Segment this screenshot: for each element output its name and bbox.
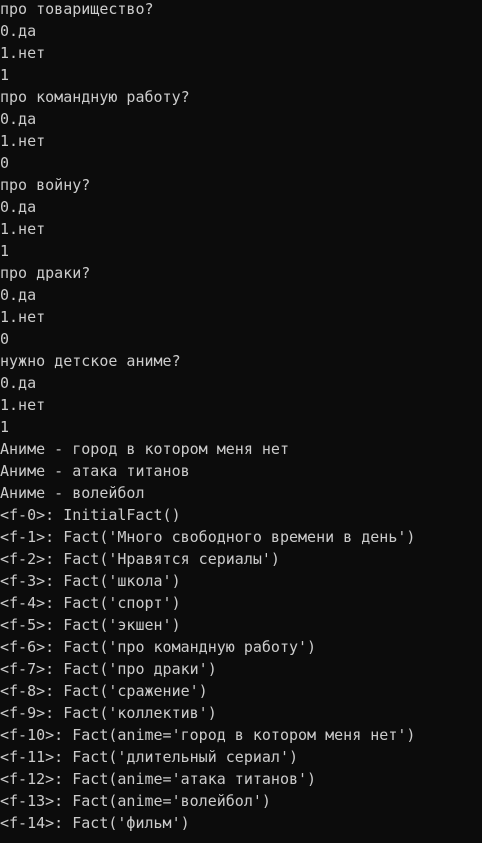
- console-line-question: про войну?: [0, 176, 91, 194]
- console-line-option: 0.да: [0, 110, 37, 128]
- console-line-question: про товарищество?: [0, 0, 154, 18]
- console-line-fact: <f-6>: Fact('про командную работу'): [0, 638, 317, 656]
- console-line-option: 1.нет: [0, 44, 46, 62]
- console-line-answer: 1: [0, 418, 10, 436]
- console-line-option: 1.нет: [0, 396, 46, 414]
- console-line-fact: <f-5>: Fact('экшен'): [0, 616, 181, 634]
- console-line-option: 1.нет: [0, 220, 46, 238]
- console-output: про товарищество? 0.да 1.нет 1 про коман…: [0, 0, 415, 834]
- console-line-option: 0.да: [0, 198, 37, 216]
- console-line-fact: <f-7>: Fact('про драки'): [0, 660, 217, 678]
- console-line-option: 1.нет: [0, 132, 46, 150]
- console-line-fact: <f-1>: Fact('Много свободного времени в …: [0, 528, 416, 546]
- console-line-answer: 0: [0, 154, 10, 172]
- console-line-option: 0.да: [0, 374, 37, 392]
- console-line-option: 0.да: [0, 22, 37, 40]
- console-line-fact: <f-9>: Fact('коллектив'): [0, 704, 217, 722]
- console-line-fact: <f-10>: Fact(anime='город в котором меня…: [0, 726, 416, 744]
- console-line-question: про командную работу?: [0, 88, 190, 106]
- console-line-question: нужно детское аниме?: [0, 352, 181, 370]
- console-line-fact: <f-11>: Fact('длительный сериал'): [0, 748, 299, 766]
- console-window[interactable]: про товарищество? 0.да 1.нет 1 про коман…: [0, 0, 482, 843]
- console-line-fact: <f-2>: Fact('Нравятся сериалы'): [0, 550, 280, 568]
- console-line-result: Аниме - волейбол: [0, 484, 145, 502]
- console-line-question: про драки?: [0, 264, 91, 282]
- console-line-fact: <f-12>: Fact(anime='атака титанов'): [0, 770, 317, 788]
- console-line-fact: <f-13>: Fact(anime='волейбол'): [0, 792, 271, 810]
- console-line-result: Аниме - город в котором меня нет: [0, 440, 289, 458]
- console-line-fact: <f-14>: Fact('фильм'): [0, 814, 190, 832]
- console-line-fact: <f-0>: InitialFact(): [0, 506, 181, 524]
- console-line-answer: 1: [0, 242, 10, 260]
- console-line-option: 0.да: [0, 286, 37, 304]
- console-line-result: Аниме - атака титанов: [0, 462, 190, 480]
- console-line-option: 1.нет: [0, 308, 46, 326]
- console-line-answer: 1: [0, 66, 10, 84]
- console-line-answer: 0: [0, 330, 10, 348]
- console-line-fact: <f-8>: Fact('сражение'): [0, 682, 208, 700]
- console-line-fact: <f-3>: Fact('школа'): [0, 572, 181, 590]
- console-line-fact: <f-4>: Fact('спорт'): [0, 594, 181, 612]
